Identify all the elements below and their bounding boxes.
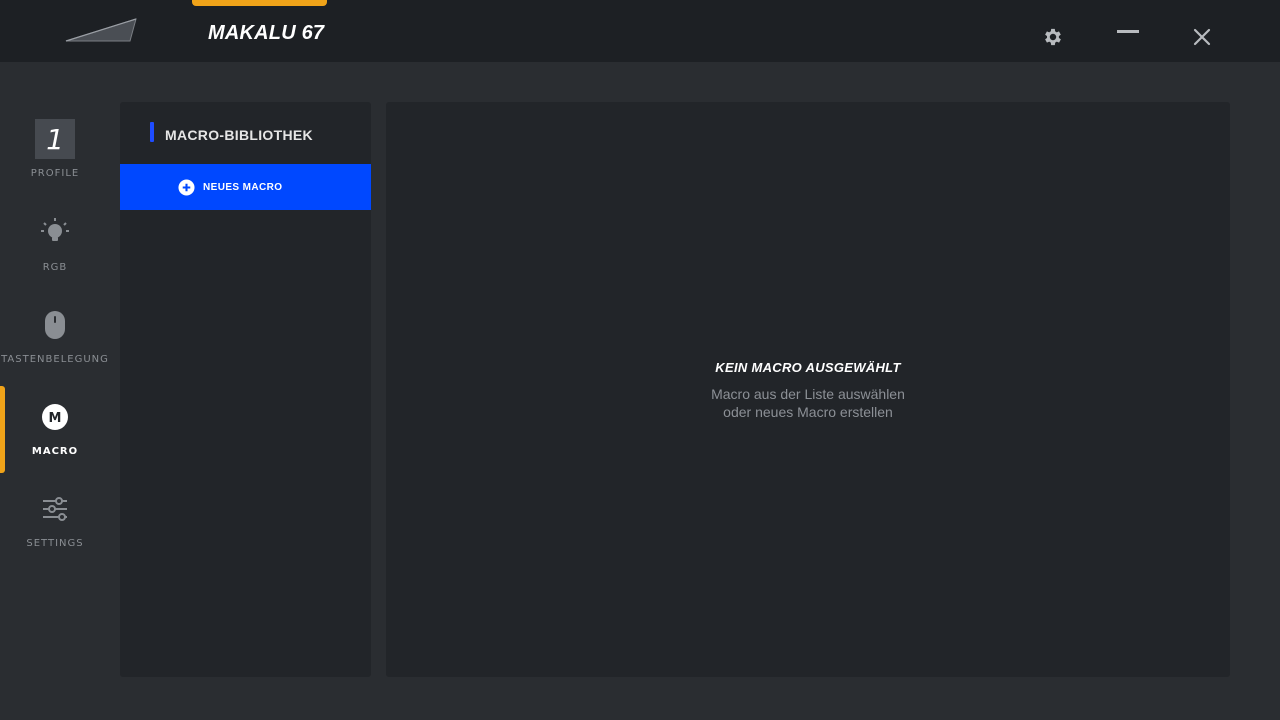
empty-state-title: KEIN MACRO AUSGEWÄHLT [715,360,901,375]
close-button[interactable] [1187,22,1217,52]
macro-icon: M [34,396,76,438]
nav-item-profile[interactable]: 1 PROFILE [0,118,110,206]
settings-button[interactable] [1038,22,1068,52]
title-bar: MAKALU 67 [0,0,1280,62]
nav-label-profile: PROFILE [30,168,80,179]
macro-detail-panel: KEIN MACRO AUSGEWÄHLT Macro aus der List… [386,102,1230,677]
nav-label-rgb: RGB [42,262,68,273]
profile-number: 1 [35,119,75,159]
app-title: MAKALU 67 [208,22,325,44]
plus-circle-icon [178,178,195,196]
lightbulb-icon [34,212,76,254]
empty-state-description: Macro aus der Liste auswählen oder neues… [386,385,1230,421]
library-header: MACRO-BIBLIOTHEK [165,127,313,143]
library-header-accent [150,122,154,142]
gear-icon [1045,28,1061,46]
sliders-icon [34,488,76,530]
minimize-button[interactable] [1113,20,1143,50]
nav-label-settings: SETTINGS [26,538,84,549]
profile-number-icon: 1 [34,118,76,160]
close-icon [1193,28,1211,46]
empty-state-line-1: Macro aus der Liste auswählen [711,386,905,402]
nav-item-tastenbelegung[interactable]: TASTENBELEGUNG [0,304,110,392]
minimize-icon [1117,30,1139,33]
nav-label-tastenbelegung: TASTENBELEGUNG [1,354,109,365]
macro-library-panel: MACRO-BIBLIOTHEK NEUES MACRO [120,102,371,677]
title-accent-tab [192,0,327,6]
empty-state-line-2: oder neues Macro erstellen [723,404,893,420]
nav-item-settings[interactable]: SETTINGS [0,488,110,576]
empty-state: KEIN MACRO AUSGEWÄHLT Macro aus der List… [386,360,1230,421]
mouse-icon [34,304,76,346]
nav-item-macro[interactable]: M MACRO [0,396,110,484]
macro-badge: M [49,411,62,426]
new-macro-button[interactable]: NEUES MACRO [120,164,371,210]
nav-item-rgb[interactable]: RGB [0,212,110,300]
brand-logo [65,18,137,42]
new-macro-label: NEUES MACRO [203,181,283,193]
nav-label-macro: MACRO [31,446,79,457]
